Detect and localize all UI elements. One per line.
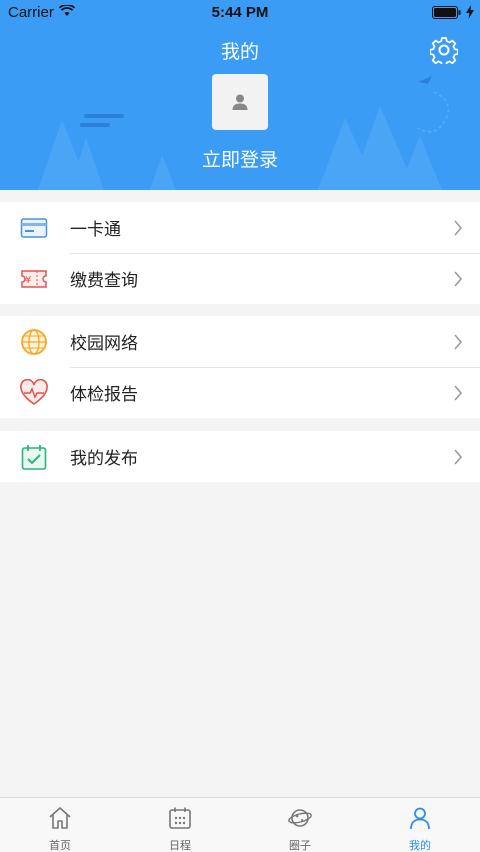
tab-schedule[interactable]: 日程 (120, 798, 240, 852)
menu-item-my-posts[interactable]: 我的发布 (0, 431, 480, 482)
profile-header: Carrier 5:44 PM 我的 立即登录 (0, 0, 480, 190)
menu-item-campus-card[interactable]: 一卡通 (0, 202, 480, 253)
menu-group-posts: 我的发布 (0, 431, 480, 482)
login-link[interactable]: 立即登录 (0, 145, 480, 172)
user-silhouette-icon (232, 94, 248, 110)
menu-label-my-posts: 我的发布 (70, 449, 138, 469)
tab-label-schedule: 日程 (169, 839, 191, 852)
calendar-check-icon (21, 445, 47, 470)
battery-icon (432, 6, 461, 19)
menu-label-campus-network: 校园网络 (70, 334, 138, 354)
tab-circle[interactable]: 圈子 (240, 798, 360, 852)
menu-group-card: 一卡通 ¥ 缴费查询 (0, 202, 480, 304)
menu-item-campus-network[interactable]: 校园网络 (0, 316, 480, 367)
avatar[interactable] (212, 74, 268, 130)
menu-label-campus-card: 一卡通 (70, 220, 121, 240)
calendar-icon (169, 807, 191, 829)
person-icon (410, 807, 430, 830)
charging-icon (466, 5, 474, 19)
chevron-right-icon (454, 271, 462, 287)
home-icon (49, 807, 71, 829)
tab-label-circle: 圈子 (289, 839, 311, 852)
tab-label-mine: 我的 (409, 839, 431, 852)
svg-text:¥: ¥ (25, 275, 31, 286)
chevron-right-icon (454, 385, 462, 401)
chevron-right-icon (454, 220, 462, 236)
tab-mine[interactable]: 我的 (360, 798, 480, 852)
heart-pulse-icon (20, 379, 48, 405)
chevron-right-icon (454, 449, 462, 465)
menu-group-services: 校园网络 体检报告 (0, 316, 480, 418)
chevron-right-icon (454, 334, 462, 350)
globe-icon (21, 329, 47, 355)
payment-ticket-icon: ¥ (21, 270, 47, 288)
menu-item-health-report[interactable]: 体检报告 (0, 367, 480, 418)
page-title: 我的 (220, 41, 259, 63)
menu-label-health-report: 体检报告 (70, 385, 138, 405)
status-time: 5:44 PM (211, 4, 269, 21)
card-icon (20, 218, 48, 238)
bottom-tab-bar: 首页 日程 圈子 我的 (0, 797, 480, 852)
tab-label-home: 首页 (49, 839, 71, 852)
menu-item-payment-query[interactable]: ¥ 缴费查询 (0, 253, 480, 304)
settings-gear-icon[interactable] (430, 36, 458, 64)
tab-home[interactable]: 首页 (0, 798, 120, 852)
planet-icon (288, 809, 312, 827)
menu-label-payment-query: 缴费查询 (70, 271, 138, 291)
status-bar: Carrier 5:44 PM (0, 0, 480, 26)
